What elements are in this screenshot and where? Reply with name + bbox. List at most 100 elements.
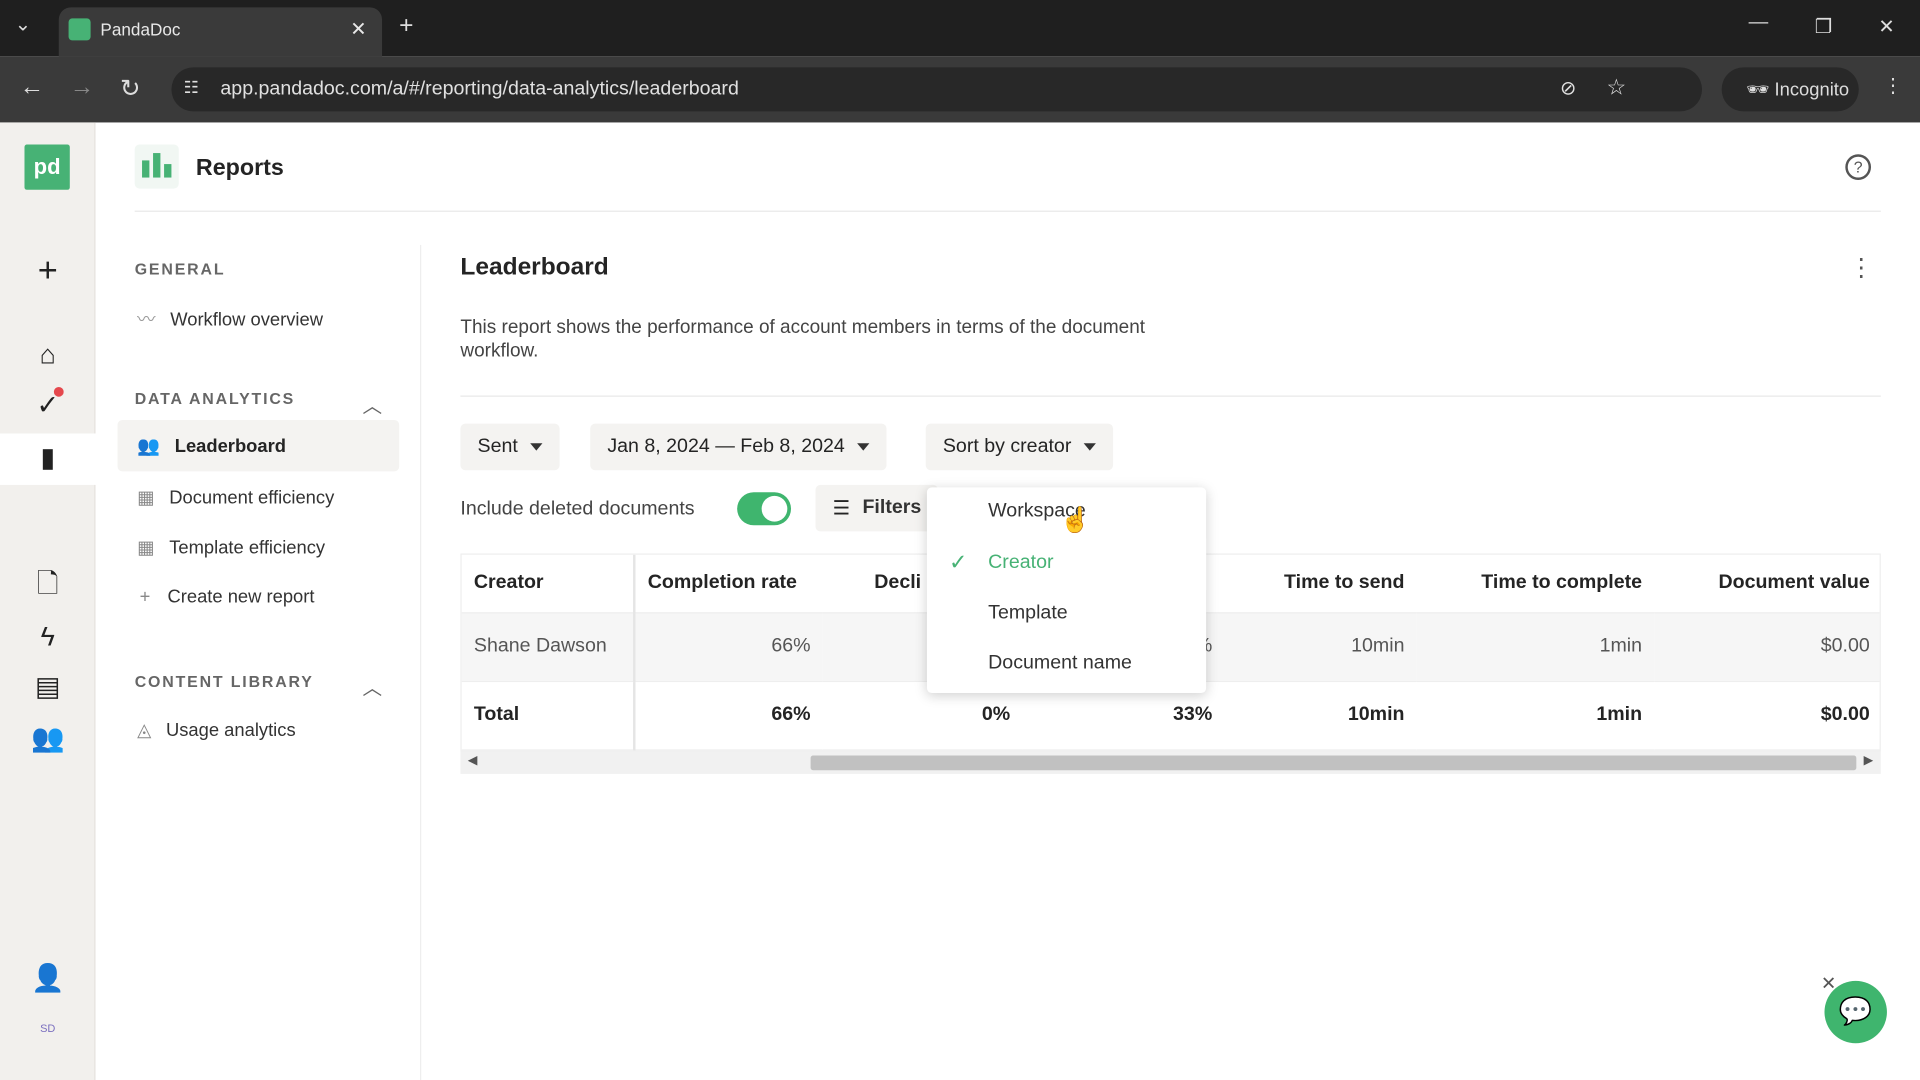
cell-document-value: $0.00 bbox=[1654, 612, 1880, 682]
incognito-icon: 🕶 bbox=[1746, 79, 1775, 101]
reload-icon[interactable]: ↻ bbox=[120, 73, 141, 104]
include-deleted-label: Include deleted documents bbox=[460, 498, 695, 520]
sidebar-item-label: Leaderboard bbox=[174, 435, 286, 457]
collapse-chevron-icon[interactable]: ︿ bbox=[362, 389, 382, 418]
reports-header-icon bbox=[134, 144, 179, 189]
new-tab-icon[interactable]: + bbox=[399, 12, 413, 40]
hand-cursor-icon: ☝ bbox=[1060, 506, 1091, 534]
total-completion-rate: 66% bbox=[634, 680, 823, 751]
filters-button[interactable]: ☰ Filters bbox=[815, 484, 939, 532]
url-text: app.pandadoc.com/a/#/reporting/data-anal… bbox=[220, 78, 739, 100]
back-icon[interactable]: ← bbox=[20, 73, 44, 101]
plus-icon: + bbox=[139, 586, 151, 608]
eye-off-icon[interactable]: ⊘ bbox=[1560, 76, 1576, 100]
caret-down-icon bbox=[1083, 443, 1096, 451]
column-header-creator[interactable]: Creator bbox=[461, 554, 636, 613]
leaderboard-item-content: 👥 Leaderboard bbox=[137, 435, 286, 457]
documents-icon[interactable]: 🗋 bbox=[29, 568, 66, 605]
incognito-label: Incognito bbox=[1774, 79, 1850, 101]
close-window-icon[interactable]: ✕ bbox=[1878, 15, 1894, 39]
sidebar-item-template-efficiency[interactable]: ▦ Template efficiency bbox=[137, 536, 326, 559]
table-icon: ▦ bbox=[137, 537, 155, 559]
sidebar-item-workflow-overview[interactable]: 〰 Workflow overview bbox=[137, 306, 323, 332]
status-filter-dropdown[interactable]: Sent bbox=[460, 423, 560, 471]
status-filter-value: Sent bbox=[477, 435, 518, 457]
column-header-completion-rate[interactable]: Completion rate bbox=[634, 554, 823, 613]
forward-icon[interactable]: → bbox=[70, 73, 94, 101]
browser-tab[interactable]: PandaDoc ✕ bbox=[58, 7, 383, 57]
browser-tab-bar: ⌄ PandaDoc ✕ + — ❐ ✕ bbox=[0, 0, 1920, 57]
site-info-icon[interactable]: ☷ bbox=[184, 77, 199, 98]
toggle-knob bbox=[761, 495, 788, 522]
incognito-badge[interactable]: 🕶 Incognito bbox=[1721, 67, 1859, 112]
cell-time-to-send: 10min bbox=[1224, 612, 1417, 682]
more-options-icon[interactable]: ⋮ bbox=[1849, 252, 1873, 283]
pandadoc-logo[interactable]: pd bbox=[24, 144, 70, 190]
pandadoc-favicon-icon bbox=[68, 18, 91, 41]
browser-menu-icon[interactable]: ⋮ bbox=[1883, 73, 1903, 97]
restore-icon[interactable]: ❐ bbox=[1815, 15, 1833, 39]
include-deleted-toggle[interactable] bbox=[737, 492, 792, 526]
notification-dot bbox=[53, 386, 64, 397]
horizontal-scrollbar[interactable]: ◀ ▶ bbox=[460, 751, 1881, 774]
caret-down-icon bbox=[530, 443, 543, 451]
date-range-dropdown[interactable]: Jan 8, 2024 — Feb 8, 2024 bbox=[590, 423, 887, 471]
chat-widget-button[interactable]: 💬 bbox=[1824, 980, 1887, 1044]
sidebar-item-document-efficiency[interactable]: ▦ Document efficiency bbox=[137, 486, 334, 508]
avatar[interactable]: SD bbox=[34, 1018, 61, 1040]
sort-dropdown[interactable]: Sort by creator bbox=[925, 423, 1113, 471]
column-header-time-to-send[interactable]: Time to send bbox=[1224, 554, 1417, 613]
contacts-icon[interactable]: 👥 bbox=[29, 720, 66, 757]
sidebar-item-label: Usage analytics bbox=[165, 720, 296, 741]
page-header-title: Reports bbox=[195, 155, 284, 182]
help-icon[interactable]: ? bbox=[1845, 154, 1872, 181]
scroll-left-icon[interactable]: ◀ bbox=[468, 754, 477, 767]
section-data-analytics: DATA ANALYTICS bbox=[134, 389, 296, 408]
app-rail: pd + ⌂ ✓ ▮ 🗋 ϟ ▤ 👥 👤 SD bbox=[0, 122, 96, 1080]
reports-bar-chart-icon[interactable]: ▮ bbox=[29, 440, 66, 477]
close-tab-icon[interactable]: ✕ bbox=[350, 17, 366, 41]
cell-completion-rate: 66% bbox=[634, 612, 823, 682]
header-divider bbox=[134, 210, 1881, 212]
section-general: GENERAL bbox=[134, 259, 226, 278]
sidebar-item-create-new-report[interactable]: + Create new report bbox=[140, 587, 315, 608]
automation-bolt-icon[interactable]: ϟ bbox=[29, 618, 66, 655]
tasks-check-icon[interactable]: ✓ bbox=[29, 386, 66, 424]
caret-down-icon bbox=[857, 443, 870, 451]
collapse-chevron-icon[interactable]: ︿ bbox=[362, 671, 382, 700]
sidebar-item-label: Template efficiency bbox=[169, 537, 326, 559]
section-content-library: CONTENT LIBRARY bbox=[134, 672, 314, 691]
trend-icon: 〰 bbox=[137, 309, 156, 331]
sort-option-creator-bg bbox=[926, 538, 1207, 591]
address-bar[interactable]: ☷ app.pandadoc.com/a/#/reporting/data-an… bbox=[171, 67, 1703, 112]
filters-label: Filters bbox=[862, 497, 922, 518]
sidebar-item-label: Create new report bbox=[167, 586, 315, 608]
scroll-right-icon[interactable]: ▶ bbox=[1864, 754, 1873, 767]
column-header-document-value[interactable]: Document value bbox=[1654, 554, 1880, 613]
sort-value: Sort by creator bbox=[942, 435, 1072, 457]
sidebar-item-usage-analytics[interactable]: ◬ Usage analytics bbox=[137, 719, 295, 741]
sort-option-creator[interactable]: Creator bbox=[988, 552, 1053, 574]
sidebar-item-label: Workflow overview bbox=[170, 309, 323, 331]
report-description: This report shows the performance of acc… bbox=[460, 317, 1146, 362]
users-icon: 👥 bbox=[137, 435, 161, 457]
table-icon: ▦ bbox=[137, 487, 155, 509]
sort-option-template[interactable]: Template bbox=[988, 602, 1067, 624]
invite-user-icon[interactable]: 👤 bbox=[29, 960, 66, 997]
tab-title: PandaDoc bbox=[100, 19, 181, 40]
shapes-icon: ◬ bbox=[137, 720, 152, 741]
total-time-to-complete: 1min bbox=[1416, 680, 1655, 751]
cell-creator: Shane Dawson bbox=[461, 612, 636, 682]
sort-option-document-name[interactable]: Document name bbox=[988, 653, 1132, 675]
total-time-to-send: 10min bbox=[1224, 680, 1417, 751]
templates-icon[interactable]: ▤ bbox=[29, 669, 66, 706]
create-plus-icon[interactable]: + bbox=[29, 251, 66, 289]
scrollbar-thumb[interactable] bbox=[810, 755, 1857, 771]
home-icon[interactable]: ⌂ bbox=[29, 337, 66, 374]
bookmark-star-icon[interactable]: ☆ bbox=[1607, 75, 1627, 101]
minimize-icon[interactable]: — bbox=[1749, 12, 1769, 34]
column-header-time-to-complete[interactable]: Time to complete bbox=[1416, 554, 1655, 613]
tab-list-chevron-icon[interactable]: ⌄ bbox=[15, 12, 31, 36]
cell-time-to-complete: 1min bbox=[1416, 612, 1655, 682]
total-label: Total bbox=[461, 680, 636, 751]
